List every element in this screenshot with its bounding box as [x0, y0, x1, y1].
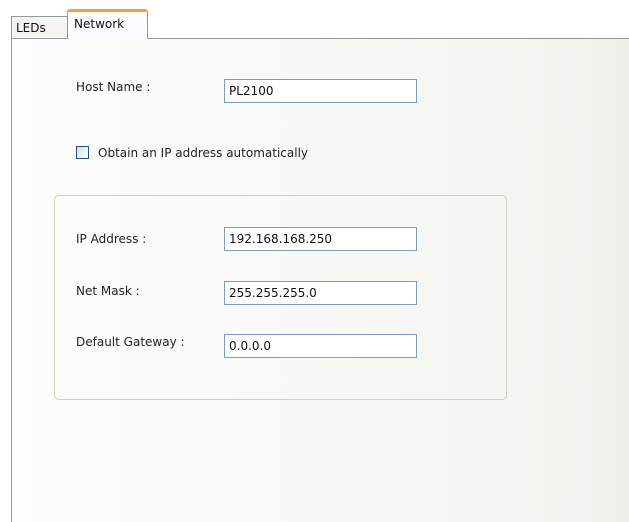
tab-network[interactable]: Network — [67, 9, 148, 39]
ip-address-field[interactable] — [224, 227, 417, 251]
obtain-ip-automatically-checkbox[interactable] — [76, 146, 89, 159]
default-gateway-field[interactable] — [224, 334, 417, 358]
net-mask-label: Net Mask : — [76, 284, 140, 298]
obtain-ip-automatically-label: Obtain an IP address automatically — [98, 146, 309, 160]
ip-address-label: IP Address : — [76, 232, 147, 246]
net-mask-field[interactable] — [224, 281, 417, 305]
tab-leds[interactable]: LEDs — [11, 16, 68, 38]
network-settings-window: LEDs Network Host Name : Obtain an IP ad… — [0, 0, 629, 522]
tab-leds-label: LEDs — [16, 21, 46, 35]
host-name-field[interactable] — [224, 79, 417, 103]
tab-network-label: Network — [74, 17, 125, 31]
default-gateway-label: Default Gateway : — [76, 335, 185, 349]
host-name-label: Host Name : — [76, 80, 151, 94]
